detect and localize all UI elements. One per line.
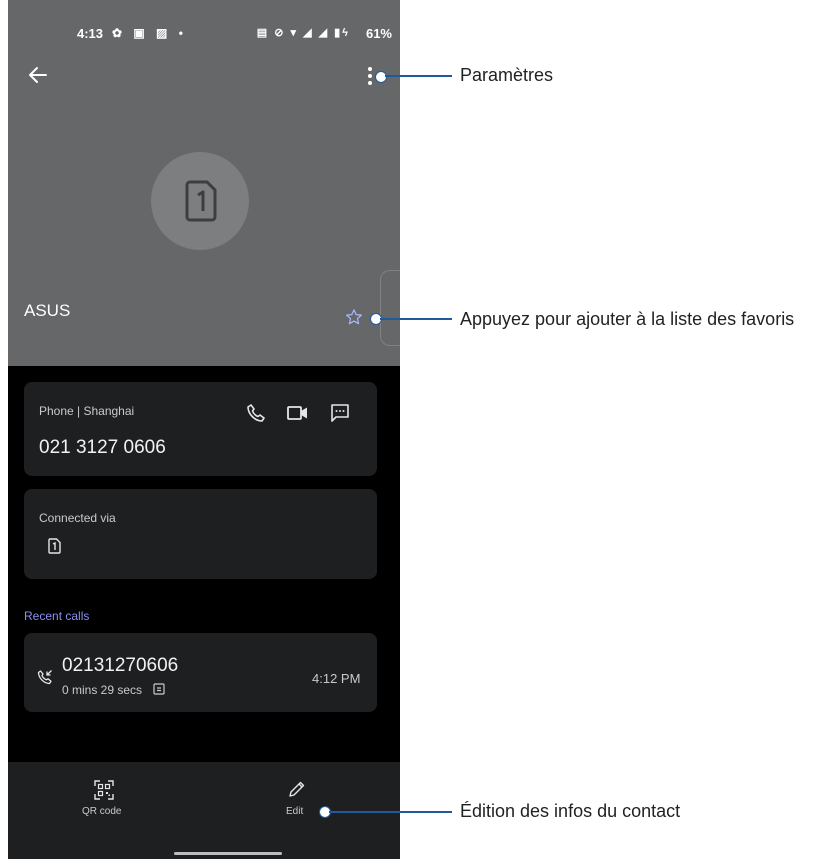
back-arrow-icon[interactable] — [26, 63, 50, 87]
contact-header: 4:13 ✿ ▣ ▨ • ▤ ⊘ ▾ ◢ ◢ ▮ϟ 61% ASUS — [8, 0, 400, 366]
side-edge-handle[interactable] — [380, 270, 400, 346]
recent-call-duration: 0 mins 29 secs — [62, 683, 143, 697]
phone-screen: 4:13 ✿ ▣ ▨ • ▤ ⊘ ▾ ◢ ◢ ▮ϟ 61% ASUS Phone… — [8, 0, 400, 859]
connected-via-label: Connected via — [39, 511, 116, 525]
phone-card: Phone | Shanghai 021 3127 0606 — [24, 382, 377, 476]
recent-call-item[interactable]: 02131270606 0 mins 29 secs 4:12 PM — [24, 633, 377, 712]
contact-avatar — [151, 152, 249, 250]
recent-call-number: 02131270606 — [62, 655, 179, 676]
recent-calls-title: Recent calls — [24, 609, 90, 623]
edit-annotation: Édition des infos du contact — [460, 801, 681, 821]
settings-callout-dot — [375, 71, 387, 83]
sim-card-icon — [48, 538, 61, 554]
connected-via-card: Connected via — [24, 489, 377, 579]
status-time: 4:13 — [77, 26, 104, 41]
settings-callout-line — [385, 75, 452, 77]
favorite-callout-line — [380, 318, 452, 320]
edit-pencil-icon[interactable] — [288, 780, 306, 798]
favorite-annotation: Appuyez pour ajouter à la liste des favo… — [460, 309, 795, 329]
call-icon[interactable] — [246, 403, 266, 423]
sim-card-icon — [185, 180, 217, 222]
phone-label: Phone | Shanghai — [39, 404, 135, 418]
video-call-icon[interactable] — [287, 406, 309, 420]
gesture-navigation-handle — [174, 852, 282, 855]
favorite-star-icon[interactable] — [345, 308, 363, 326]
qr-code-label[interactable]: QR code — [82, 806, 121, 817]
status-battery: 61% — [365, 26, 392, 41]
recent-call-time: 4:12 PM — [312, 671, 361, 686]
edit-callout-line — [329, 811, 452, 813]
status-system-icons: ▤ ⊘ ▾ ◢ ◢ ▮ϟ — [256, 27, 350, 39]
contact-name: ASUS — [24, 301, 71, 320]
status-notification-icons: ✿ ▣ ▨ • — [112, 26, 187, 40]
qr-code-icon[interactable] — [94, 780, 114, 800]
sim-indicator-icon — [153, 683, 165, 695]
status-bar: 4:13 ✿ ▣ ▨ • ▤ ⊘ ▾ ◢ ◢ ▮ϟ 61% — [8, 26, 400, 44]
settings-annotation: Paramètres — [460, 65, 554, 85]
message-icon[interactable] — [330, 403, 350, 423]
incoming-call-icon — [37, 670, 52, 685]
edit-label[interactable]: Edit — [286, 806, 303, 817]
phone-number[interactable]: 021 3127 0606 — [39, 437, 166, 459]
